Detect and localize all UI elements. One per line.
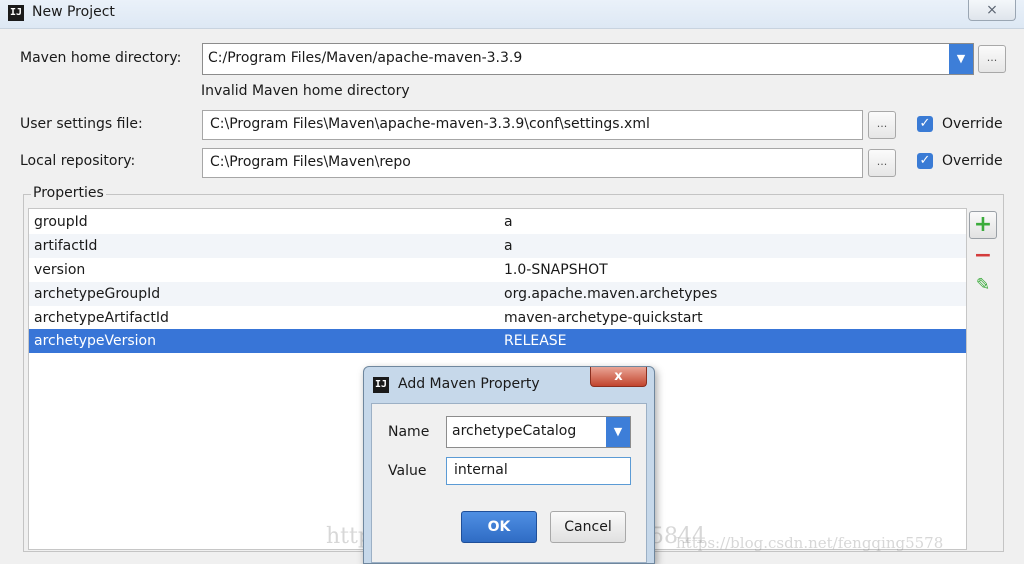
local-repo-browse-button[interactable]: ... xyxy=(868,149,896,177)
maven-home-error: Invalid Maven home directory xyxy=(201,83,410,99)
user-settings-override-label: Override xyxy=(942,116,1003,132)
properties-title: Properties xyxy=(31,185,106,201)
property-key: archetypeVersion xyxy=(34,333,156,349)
chevron-down-icon[interactable]: ▼ xyxy=(606,417,630,447)
local-repo-label: Local repository: xyxy=(20,153,136,169)
name-label: Name xyxy=(388,424,430,440)
user-settings-override-checkbox[interactable]: ✓ xyxy=(917,116,933,132)
property-value: a xyxy=(504,238,513,254)
table-row[interactable]: archetypeGroupId org.apache.maven.archet… xyxy=(29,282,966,306)
chevron-down-icon[interactable]: ▼ xyxy=(949,44,973,74)
dialog-body: Name archetypeCatalog ▼ Value internal O… xyxy=(371,403,647,563)
cancel-button[interactable]: Cancel xyxy=(550,511,626,543)
table-row[interactable]: archetypeArtifactId maven-archetype-quic… xyxy=(29,306,966,330)
local-repo-value: C:\Program Files\Maven\repo xyxy=(210,154,411,170)
table-row-selected[interactable]: archetypeVersion RELEASE xyxy=(29,329,966,353)
window-close-button[interactable]: ⨯ xyxy=(968,0,1016,21)
property-key: artifactId xyxy=(34,238,98,254)
dialog-close-button[interactable]: x xyxy=(590,367,647,387)
property-value-value: internal xyxy=(454,462,508,478)
intellij-logo-icon: IJ xyxy=(373,377,389,393)
title-bar: IJ New Project ⨯ xyxy=(0,0,1024,29)
property-key: archetypeGroupId xyxy=(34,286,161,302)
table-row[interactable]: groupId a xyxy=(29,210,966,234)
property-key: archetypeArtifactId xyxy=(34,310,169,326)
user-settings-browse-button[interactable]: ... xyxy=(868,111,896,139)
table-row[interactable]: artifactId a xyxy=(29,234,966,258)
local-repo-override-checkbox[interactable]: ✓ xyxy=(917,153,933,169)
property-name-value: archetypeCatalog xyxy=(452,423,577,439)
add-maven-property-dialog: IJ Add Maven Property x Name archetypeCa… xyxy=(363,366,655,564)
user-settings-value: C:\Program Files\Maven\apache-maven-3.3.… xyxy=(210,116,650,132)
add-property-icon[interactable]: + xyxy=(969,211,997,239)
maven-home-browse-button[interactable]: ... xyxy=(978,45,1006,73)
dialog-title: Add Maven Property xyxy=(398,376,540,392)
property-value: org.apache.maven.archetypes xyxy=(504,286,718,302)
property-name-combo[interactable]: archetypeCatalog ▼ xyxy=(446,416,631,448)
property-value: RELEASE xyxy=(504,333,567,349)
ok-button[interactable]: OK xyxy=(461,511,537,543)
properties-toolbar: + − ✎ xyxy=(967,208,999,550)
window-title: New Project xyxy=(32,4,115,20)
user-settings-label: User settings file: xyxy=(20,116,143,132)
user-settings-field[interactable]: C:\Program Files\Maven\apache-maven-3.3.… xyxy=(202,110,863,140)
intellij-logo-icon: IJ xyxy=(8,5,24,21)
local-repo-override-label: Override xyxy=(942,153,1003,169)
property-value: a xyxy=(504,214,513,230)
property-value: maven-archetype-quickstart xyxy=(504,310,703,326)
maven-home-value: C:/Program Files/Maven/apache-maven-3.3.… xyxy=(208,50,523,66)
property-key: version xyxy=(34,262,86,278)
property-value-field[interactable]: internal xyxy=(446,457,631,485)
table-row[interactable]: version 1.0-SNAPSHOT xyxy=(29,258,966,282)
property-key: groupId xyxy=(34,214,88,230)
value-label: Value xyxy=(388,463,427,479)
remove-property-icon[interactable]: − xyxy=(969,243,997,271)
maven-home-label: Maven home directory: xyxy=(20,50,182,66)
maven-home-combo[interactable]: C:/Program Files/Maven/apache-maven-3.3.… xyxy=(202,43,974,75)
edit-property-icon[interactable]: ✎ xyxy=(969,272,997,300)
property-value: 1.0-SNAPSHOT xyxy=(504,262,608,278)
local-repo-field[interactable]: C:\Program Files\Maven\repo xyxy=(202,148,863,178)
